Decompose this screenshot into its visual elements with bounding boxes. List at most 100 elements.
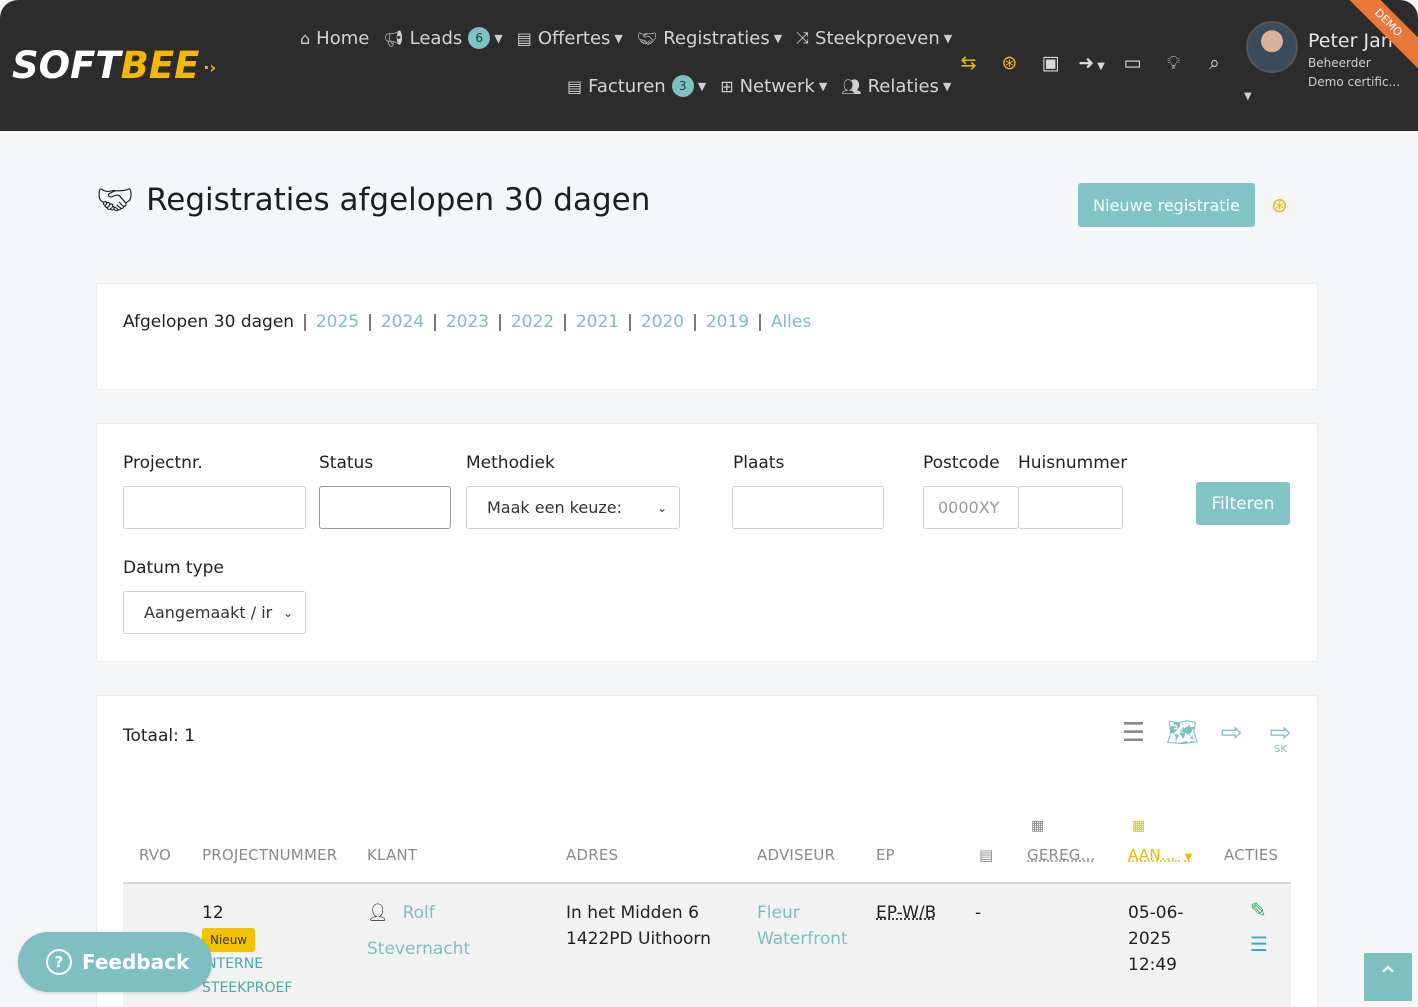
- signpost-icon[interactable]: ⇆: [948, 52, 989, 74]
- chevron-down-icon: ▼: [494, 31, 503, 45]
- huisnummer-input[interactable]: [1018, 486, 1123, 529]
- lightbulb-icon[interactable]: 💡︎: [1153, 52, 1194, 74]
- period-link-2020[interactable]: 2020: [641, 312, 684, 332]
- page-title: 🤝︎ Registraties afgelopen 30 dagen: [96, 182, 650, 218]
- huisnummer-label: Huisnummer: [1018, 453, 1128, 473]
- period-link-2023[interactable]: 2023: [446, 312, 489, 332]
- chevron-down-icon: ▼: [614, 31, 623, 45]
- project-type-line2[interactable]: STEEKPROEF: [202, 976, 292, 1000]
- col-geregistreerd-label: GEREG...: [1027, 846, 1096, 864]
- datum-type-select[interactable]: Aangemaakt / ir ⌄: [123, 591, 306, 634]
- projectnummer-cell: 12 Nieuw INTERNE STEEKPROEF: [202, 900, 292, 1000]
- leads-count-badge: 6: [468, 27, 491, 49]
- nav-leads-label: Leads: [409, 27, 463, 49]
- period-link-2019[interactable]: 2019: [706, 312, 749, 332]
- period-link-2021[interactable]: 2021: [576, 312, 619, 332]
- table-row: 12 Nieuw INTERNE STEEKPROEF 👤︎ Rolf Steve…: [123, 884, 1291, 1007]
- postcode-input[interactable]: 0000XY: [923, 486, 1019, 529]
- nav-home[interactable]: ⌂ Home: [300, 28, 369, 49]
- aangemaakt-cell: 05-06- 2025 12:49: [1128, 900, 1184, 978]
- col-document-icon[interactable]: ▤: [979, 846, 993, 864]
- lifebuoy-icon[interactable]: ⊛: [1271, 193, 1288, 217]
- export-sk-icon[interactable]: ⇨ SK: [1256, 718, 1305, 755]
- period-link-2024[interactable]: 2024: [381, 312, 424, 332]
- nav-row-primary: ⌂ Home 📢︎ Leads 6 ▼ ▤ Offertes ▼ 🤝︎ Regi…: [300, 27, 966, 49]
- lifebuoy-icon[interactable]: ⊛: [989, 52, 1030, 74]
- klant-last-name[interactable]: Stevernacht: [367, 936, 470, 962]
- status-input[interactable]: [319, 486, 451, 529]
- col-geregistreerd[interactable]: ▦ GEREG...: [1027, 818, 1096, 864]
- adviseur-line2: Waterfront: [757, 929, 848, 949]
- megaphone-icon: 📢︎: [383, 28, 404, 48]
- archive-icon[interactable]: ▭: [1112, 52, 1153, 74]
- users-icon: 👥︎: [841, 76, 862, 96]
- nav-registraties[interactable]: 🤝︎ Registraties ▼: [637, 28, 782, 49]
- nav-row-secondary: ▤ Facturen 3 ▼ ⊞ Netwerk ▼ 👥︎ Relaties ▼: [567, 75, 965, 97]
- map-view-icon[interactable]: 🗺︎: [1158, 718, 1207, 748]
- chevron-down-icon: ▼: [943, 31, 953, 45]
- adres-line1: In het Midden 6: [566, 903, 699, 923]
- period-links: Afgelopen 30 dagen | 2025 | 2024 | 2023 …: [123, 312, 812, 332]
- user-organisation: Demo certific...: [1308, 75, 1401, 89]
- home-icon: ⌂: [300, 28, 311, 48]
- export-sk-label: SK: [1274, 744, 1287, 755]
- nav-steekproeven[interactable]: ⤨ Steekproeven ▼: [796, 28, 952, 49]
- feedback-button[interactable]: ? Feedback: [18, 932, 212, 992]
- nav-registraties-label: Registraties: [663, 27, 770, 49]
- klant-cell: 👤︎ Rolf Stevernacht: [367, 900, 470, 962]
- datum-type-selected-value: Aangemaakt / ir: [144, 603, 273, 622]
- col-ep[interactable]: EP: [876, 846, 895, 864]
- avatar[interactable]: [1246, 21, 1298, 73]
- details-list-icon[interactable]: ☰: [1250, 932, 1268, 956]
- nav-steekproeven-label: Steekproeven: [815, 27, 940, 49]
- scroll-to-top-button[interactable]: ⌃: [1364, 953, 1412, 1001]
- period-link-all[interactable]: Alles: [771, 312, 811, 332]
- list-view-icon[interactable]: ☰: [1109, 718, 1158, 748]
- new-registration-button[interactable]: Nieuwe registratie: [1078, 183, 1255, 227]
- col-rvo[interactable]: RVO: [139, 846, 171, 864]
- chevron-up-icon: ⌃: [1377, 962, 1399, 992]
- col-adviseur[interactable]: ADVISEUR: [757, 846, 835, 864]
- search-icon[interactable]: ⌕: [1194, 52, 1235, 74]
- view-toggle-icons: ☰ 🗺︎ ⇨ ⇨ SK: [1109, 718, 1305, 755]
- methodiek-select[interactable]: Maak een keuze: ⌄: [466, 486, 680, 529]
- page-title-text: Registraties afgelopen 30 dagen: [146, 182, 651, 218]
- sign-in-icon[interactable]: ➜ ▼: [1071, 52, 1112, 74]
- table-header: RVO PROJECTNUMMER KLANT ADRES ADVISEUR E…: [123, 806, 1291, 884]
- chevron-down-icon[interactable]: ▼: [1244, 91, 1252, 102]
- plaats-input[interactable]: [732, 486, 884, 529]
- nav-netwerk-label: Netwerk: [739, 75, 815, 97]
- col-projectnummer[interactable]: PROJECTNUMMER: [202, 846, 337, 864]
- filter-card: Projectnr. Status Methodiek Maak een keu…: [96, 423, 1318, 662]
- nav-netwerk[interactable]: ⊞ Netwerk ▼: [720, 76, 827, 97]
- methodiek-label: Methodiek: [466, 453, 555, 473]
- edit-icon[interactable]: ✎: [1250, 898, 1267, 922]
- invoice-icon: ▤: [567, 76, 583, 96]
- projectnr-input[interactable]: [123, 486, 306, 529]
- nav-facturen[interactable]: ▤ Facturen 3 ▼: [567, 75, 706, 97]
- col-klant[interactable]: KLANT: [367, 846, 417, 864]
- col-aangemaakt-label: AAN...: [1128, 846, 1176, 864]
- book-reader-icon[interactable]: ▣: [1030, 52, 1071, 74]
- postcode-placeholder: 0000XY: [938, 498, 1000, 517]
- user-name: Peter Jan: [1308, 30, 1393, 52]
- period-link-2025[interactable]: 2025: [316, 312, 359, 332]
- period-link-2022[interactable]: 2022: [511, 312, 554, 332]
- nav-leads[interactable]: 📢︎ Leads 6 ▼: [383, 27, 503, 49]
- klant-first-name[interactable]: Rolf: [403, 903, 435, 923]
- adviseur-cell[interactable]: Fleur Waterfront: [757, 900, 848, 952]
- col-aangemaakt[interactable]: ▦ AAN... ▼: [1128, 818, 1193, 864]
- feedback-label: Feedback: [82, 950, 190, 974]
- adres-line2: 1422PD Uithoorn: [566, 929, 711, 949]
- project-type-line1[interactable]: INTERNE: [202, 952, 292, 976]
- nav-offertes[interactable]: ▤ Offertes ▼: [517, 28, 623, 49]
- calendar-icon: ▦: [1031, 818, 1045, 834]
- export-file-icon[interactable]: ⇨: [1207, 718, 1256, 748]
- handshake-icon: 🤝︎: [96, 182, 135, 218]
- softbee-logo[interactable]: SOFTBEE ·›: [12, 44, 216, 87]
- nav-relaties[interactable]: 👥︎ Relaties ▼: [841, 76, 951, 97]
- col-adres[interactable]: ADRES: [566, 846, 618, 864]
- filter-button[interactable]: Filteren: [1196, 482, 1290, 525]
- ep-cell: EP-W/B: [876, 903, 937, 923]
- user-role: Beheerder: [1308, 56, 1371, 70]
